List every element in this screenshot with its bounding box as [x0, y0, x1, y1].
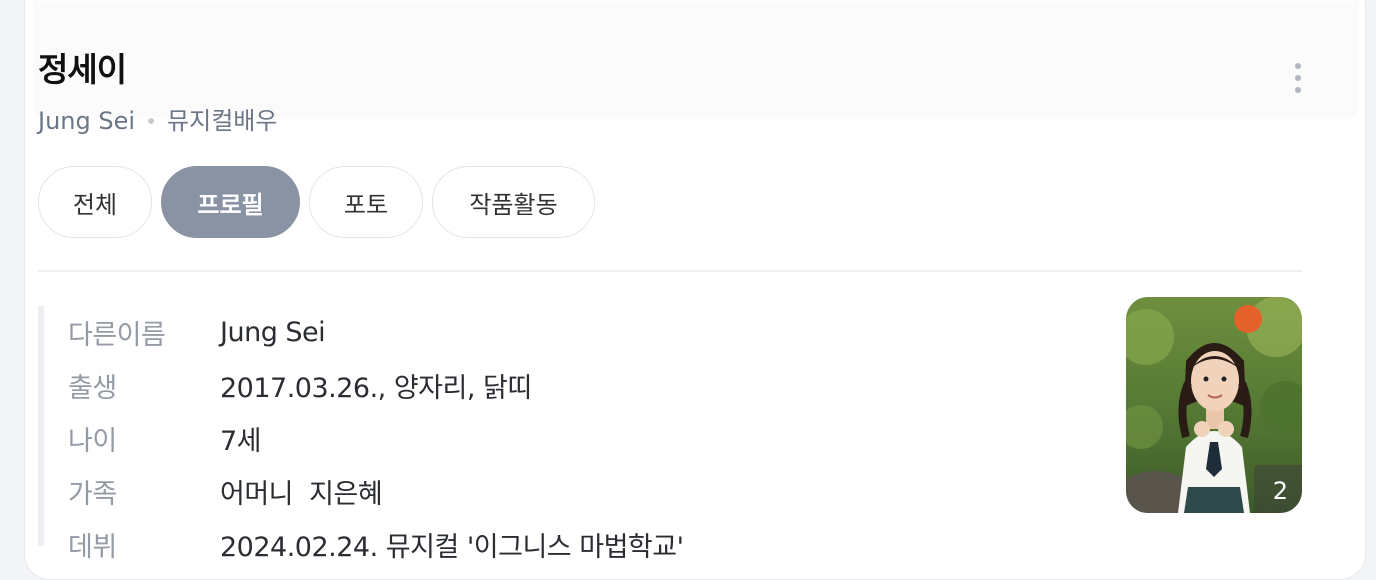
tab-works[interactable]: 작품활동 — [432, 166, 595, 238]
info-value[interactable]: 2017.03.26., 양자리, 닭띠 — [220, 366, 532, 405]
tab-bar: 전체 프로필 포토 작품활동 — [38, 166, 595, 238]
tab-profile[interactable]: 프로필 — [161, 166, 300, 238]
tab-all[interactable]: 전체 — [38, 166, 152, 238]
info-label: 데뷔 — [68, 532, 117, 563]
more-vertical-icon[interactable] — [1290, 60, 1306, 96]
profile-info-list: 다른이름 Jung Sei 출생 2017.03.26., 양자리, 닭띠 나이… — [38, 306, 684, 563]
info-value: 7세 — [220, 426, 262, 457]
profile-subtitle: Jung Sei 뮤지컬배우 — [38, 104, 277, 138]
header-background — [33, 1, 1359, 117]
info-row-alias: 다른이름 Jung Sei — [68, 306, 684, 359]
info-value[interactable]: 2024.02.24. 뮤지컬 '이그니스 마법학교' — [220, 525, 684, 564]
profile-name: 정세이 — [38, 50, 127, 89]
photo-count-badge: 2 — [1254, 465, 1302, 513]
tab-photo[interactable]: 포토 — [309, 166, 423, 238]
info-label: 다른이름 — [68, 320, 166, 351]
info-row-family: 가족 어머니 지은혜 — [68, 465, 684, 518]
info-value: Jung Sei — [220, 317, 326, 348]
separator-dot — [148, 118, 155, 124]
info-label: 출생 — [68, 373, 117, 404]
info-value[interactable]: 어머니 지은혜 — [220, 472, 383, 511]
profile-photo[interactable]: 2 — [1126, 297, 1302, 513]
english-name[interactable]: Jung Sei — [38, 104, 135, 138]
info-row-birth: 출생 2017.03.26., 양자리, 닭띠 — [68, 359, 684, 412]
info-row-debut: 데뷔 2024.02.24. 뮤지컬 '이그니스 마법학교' — [68, 518, 684, 571]
info-label: 나이 — [68, 426, 117, 457]
divider — [38, 270, 1302, 272]
occupation: 뮤지컬배우 — [167, 107, 278, 135]
info-row-age: 나이 7세 — [68, 412, 684, 465]
info-label: 가족 — [68, 479, 117, 510]
